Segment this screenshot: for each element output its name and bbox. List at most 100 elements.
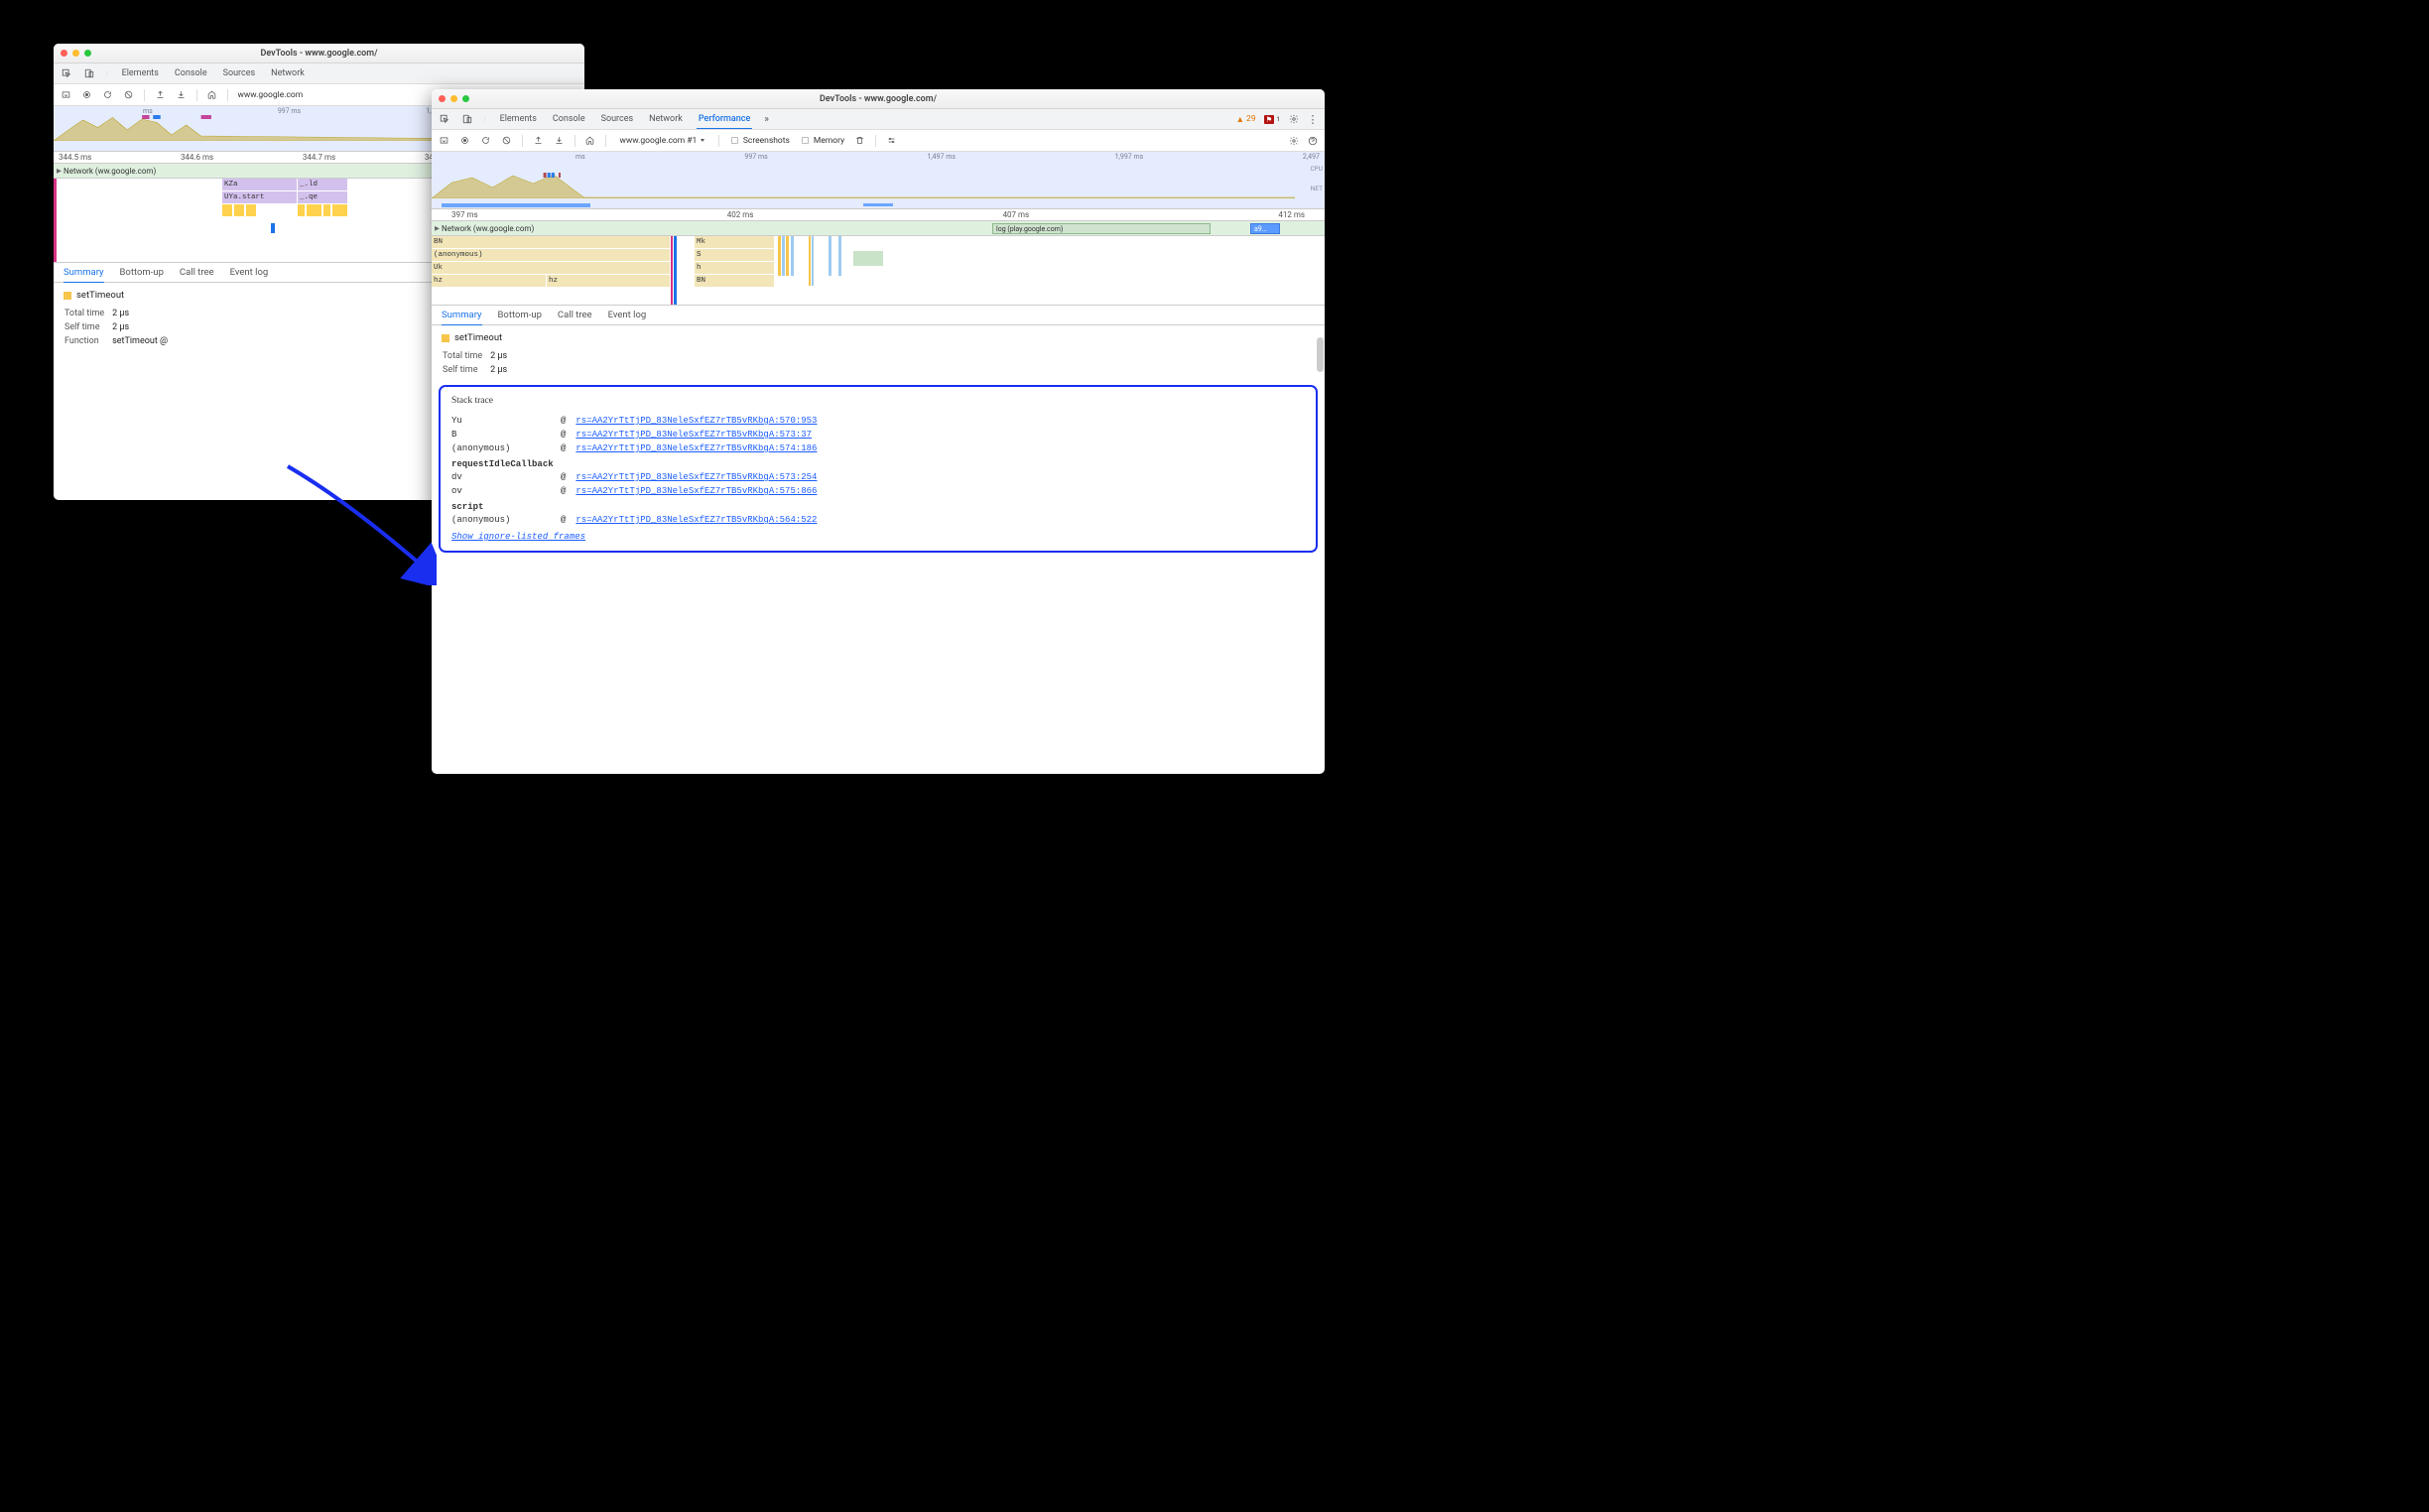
inspect-icon[interactable] <box>61 68 71 79</box>
titlebar: DevTools - www.google.com/ <box>432 89 1325 109</box>
tab-calltree[interactable]: Call tree <box>558 310 592 320</box>
overview-timeline[interactable]: ms 997 ms 1,497 ms 1,997 ms 2,497 CPU NE… <box>432 152 1325 209</box>
screenshots-checkbox[interactable]: Screenshots <box>729 135 790 146</box>
stack-link[interactable]: rs=AA2YrTtTjPD_83NeleSxfEZ7rTB5vRKbgA:57… <box>575 430 812 440</box>
stack-row: (anonymous)@rs=AA2YrTtTjPD_83NeleSxfEZ7r… <box>451 441 1305 455</box>
tab-calltree[interactable]: Call tree <box>180 267 214 278</box>
toggle-drawer-icon[interactable] <box>61 89 71 100</box>
tab-network[interactable]: Network <box>647 114 685 124</box>
home-icon[interactable] <box>584 135 595 146</box>
chevron-right-icon[interactable]: ▶ <box>435 224 440 232</box>
clear-icon[interactable] <box>501 135 512 146</box>
tab-bottomup[interactable]: Bottom-up <box>120 267 164 278</box>
frame[interactable]: KZa <box>222 179 297 190</box>
stack-group: requestIdleCallback <box>451 455 1305 470</box>
tab-summary[interactable]: Summary <box>64 267 104 283</box>
stack-link[interactable]: rs=AA2YrTtTjPD_83NeleSxfEZ7rTB5vRKbgA:57… <box>575 472 817 482</box>
frame[interactable] <box>246 204 256 216</box>
tab-bottomup[interactable]: Bottom-up <box>498 310 542 320</box>
device-icon[interactable] <box>461 114 472 125</box>
tab-sources[interactable]: Sources <box>599 114 636 124</box>
frame[interactable]: BN <box>695 275 774 287</box>
frame[interactable] <box>307 204 321 216</box>
self-time-value: 2 µs <box>490 363 514 376</box>
gc-icon[interactable] <box>854 135 865 146</box>
frame[interactable]: UYa.start <box>222 191 297 203</box>
net-span[interactable]: a9… <box>1250 223 1280 234</box>
gear-icon[interactable] <box>1288 135 1299 146</box>
kebab-icon[interactable]: ⋮ <box>1307 114 1318 125</box>
memory-checkbox[interactable]: Memory <box>800 135 844 146</box>
record-icon[interactable] <box>459 135 470 146</box>
network-track[interactable]: ▶ Network (ww.google.com) log (play.goog… <box>432 221 1325 236</box>
frame[interactable] <box>298 204 305 216</box>
flame-chart[interactable]: BN Mk (anonymous) S Uk h hz hz BN <box>432 236 1325 306</box>
frame[interactable]: BN <box>432 236 670 248</box>
tab-sources[interactable]: Sources <box>221 68 258 78</box>
clear-icon[interactable] <box>123 89 134 100</box>
tab-summary[interactable]: Summary <box>442 310 482 325</box>
issues-badge[interactable]: ⚑ 1 <box>1264 115 1280 124</box>
stack-link[interactable]: rs=AA2YrTtTjPD_83NeleSxfEZ7rTB5vRKbgA:57… <box>575 416 817 426</box>
gear-icon[interactable] <box>1288 114 1299 125</box>
warnings-badge[interactable]: ▲ 29 <box>1236 114 1256 125</box>
stack-row: (anonymous)@rs=AA2YrTtTjPD_83NeleSxfEZ7r… <box>451 513 1305 527</box>
frame[interactable]: Uk <box>432 262 670 274</box>
total-time-label: Total time <box>64 307 111 319</box>
more-tabs-icon[interactable]: » <box>764 114 769 125</box>
upload-icon[interactable] <box>533 135 544 146</box>
frame[interactable]: (anonymous) <box>432 249 670 261</box>
frame[interactable]: _.qe <box>298 191 347 203</box>
tab-console[interactable]: Console <box>173 68 209 78</box>
home-icon[interactable] <box>206 89 217 100</box>
time-ruler[interactable]: 397 ms 402 ms 407 ms 412 ms <box>432 209 1325 221</box>
show-ignore-listed-link[interactable]: Show ignore-listed frames <box>451 532 585 542</box>
frame[interactable] <box>234 204 244 216</box>
self-time-label: Self time <box>443 363 489 376</box>
url-label: www.google.com <box>238 90 304 100</box>
download-icon[interactable] <box>176 89 187 100</box>
tab-elements[interactable]: Elements <box>120 68 161 78</box>
stack-link[interactable]: rs=AA2YrTtTjPD_83NeleSxfEZ7rTB5vRKbgA:56… <box>575 515 817 525</box>
devtools-tabs: | Elements Console Sources Network Perfo… <box>432 109 1325 130</box>
frame[interactable] <box>271 223 275 233</box>
tab-elements[interactable]: Elements <box>498 114 539 124</box>
frame[interactable] <box>323 204 330 216</box>
device-icon[interactable] <box>83 68 94 79</box>
net-span[interactable]: log (play.google.com) <box>992 223 1211 234</box>
chevron-right-icon[interactable]: ▶ <box>57 167 62 175</box>
recording-select[interactable]: www.google.com #1 <box>616 134 709 148</box>
tick: 402 ms <box>727 210 754 219</box>
scrollbar[interactable] <box>1317 337 1324 372</box>
stack-trace-box: Stack trace Yu@rs=AA2YrTtTjPD_83NeleSxfE… <box>439 385 1318 553</box>
tab-console[interactable]: Console <box>551 114 587 124</box>
total-time-value: 2 µs <box>112 307 175 319</box>
frame[interactable]: S <box>695 249 774 261</box>
frame[interactable]: hz <box>547 275 670 287</box>
tab-eventlog[interactable]: Event log <box>230 267 269 278</box>
frame[interactable]: hz <box>432 275 546 287</box>
reload-icon[interactable] <box>480 135 491 146</box>
devtools-window-front: DevTools - www.google.com/ | Elements Co… <box>432 89 1325 774</box>
inspect-icon[interactable] <box>439 114 449 125</box>
stack-link[interactable]: rs=AA2YrTtTjPD_83NeleSxfEZ7rTB5vRKbgA:57… <box>575 443 817 453</box>
frame[interactable]: Mk <box>695 236 774 248</box>
upload-icon[interactable] <box>155 89 166 100</box>
tab-performance[interactable]: Performance <box>697 114 752 129</box>
download-icon[interactable] <box>554 135 565 146</box>
toggle-drawer-icon[interactable] <box>439 135 449 146</box>
settings-sliders-icon[interactable] <box>886 135 897 146</box>
help-icon[interactable] <box>1307 135 1318 146</box>
chevron-down-icon <box>701 139 704 142</box>
frame[interactable] <box>222 204 232 216</box>
tab-eventlog[interactable]: Event log <box>608 310 647 320</box>
frame[interactable]: _.ld <box>298 179 347 190</box>
record-icon[interactable] <box>81 89 92 100</box>
tab-network[interactable]: Network <box>269 68 307 78</box>
reload-icon[interactable] <box>102 89 113 100</box>
network-label: Network (ww.google.com) <box>442 224 534 233</box>
frame[interactable] <box>332 204 347 216</box>
stack-link[interactable]: rs=AA2YrTtTjPD_83NeleSxfEZ7rTB5vRKbgA:57… <box>575 486 817 496</box>
frame[interactable]: h <box>695 262 774 274</box>
detail-tabs: Summary Bottom-up Call tree Event log <box>432 306 1325 325</box>
